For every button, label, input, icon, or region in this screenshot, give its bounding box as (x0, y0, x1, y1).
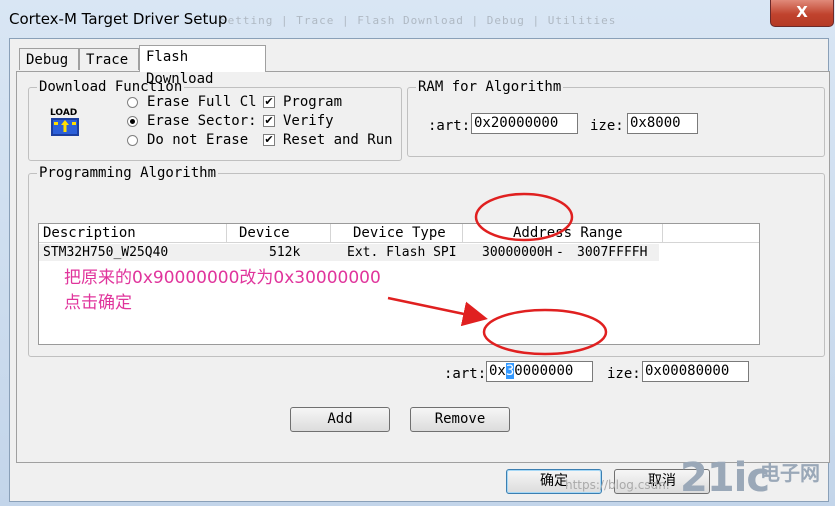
load-icon: LOAD (49, 106, 81, 138)
algo-size-label: ize: (607, 366, 641, 382)
watermark-url: https://blog.csdn. (565, 478, 670, 492)
ram-size-input[interactable]: 0x8000 (627, 113, 698, 134)
tab-debug[interactable]: Debug (19, 48, 79, 70)
erase-sectors-radio[interactable] (127, 116, 138, 127)
erase-full-chip-label: Erase Full Cl (147, 94, 257, 110)
column-description[interactable]: Description (39, 224, 227, 242)
ram-start-input[interactable]: 0x20000000 (471, 113, 578, 134)
annotation-text-line2: 点击确定 (64, 293, 132, 313)
background-window-tabs: Setting | Trace | Flash Download | Debug… (220, 14, 617, 27)
download-function-group: Download Function LOAD Erase Full Cl Era… (28, 79, 402, 161)
remove-button[interactable]: Remove (410, 407, 510, 432)
site-logo-cn: 电子网 (760, 461, 820, 485)
svg-text:LOAD: LOAD (50, 108, 77, 118)
erase-full-chip-radio[interactable] (127, 97, 138, 108)
close-icon: X (796, 3, 808, 21)
do-not-erase-label: Do not Erase (147, 132, 249, 148)
dialog-window: Cortex-M Target Driver Setup Setting | T… (0, 0, 835, 506)
ram-size-label: ize: (590, 118, 624, 134)
column-device-type[interactable]: Device Type (331, 224, 463, 242)
erase-sectors-label: Erase Sector: (147, 113, 257, 129)
algo-start-label: :art: (444, 366, 487, 382)
algo-start-prefix: 0x (489, 363, 506, 379)
algo-size-input[interactable]: 0x00080000 (642, 361, 749, 382)
annotation-text-line1: 把原来的0x90000000改为0x30000000 (64, 268, 381, 288)
programming-algorithm-title: Programming Algorithm (37, 165, 219, 181)
program-checkbox[interactable]: ✔ (263, 96, 275, 108)
do-not-erase-radio[interactable] (127, 135, 138, 146)
row-range-separator: - (556, 245, 564, 260)
algo-start-rest: 0000000 (514, 363, 574, 379)
algo-start-input[interactable]: 0x30000000 (486, 361, 593, 382)
window-title: Cortex-M Target Driver Setup (9, 10, 228, 28)
tab-flash-download[interactable]: Flash Download (139, 45, 266, 87)
row-range-end: 3007FFFFH (577, 245, 648, 260)
verify-label: Verify (283, 113, 334, 129)
row-range-start: 30000000H (482, 245, 553, 260)
verify-checkbox[interactable]: ✔ (263, 115, 275, 127)
table-row[interactable]: STM32H750_W25Q40 512k Ext. Flash SPI 300… (39, 244, 659, 261)
reset-and-run-checkbox[interactable]: ✔ (263, 134, 275, 146)
algorithm-list-header: Description Device Size Device Type Addr… (39, 224, 759, 259)
site-logo: 21ic (680, 455, 770, 501)
reset-and-run-label: Reset and Run (283, 132, 393, 148)
add-button[interactable]: Add (290, 407, 390, 432)
column-device-size[interactable]: Device Size (227, 224, 331, 259)
row-description: STM32H750_W25Q40 (43, 245, 169, 260)
program-label: Program (283, 94, 343, 110)
title-bar: Cortex-M Target Driver Setup Setting | T… (0, 0, 835, 38)
column-address-range[interactable]: Address Range (463, 224, 663, 242)
close-button[interactable]: X (770, 0, 834, 27)
row-device-type: Ext. Flash SPI (347, 245, 457, 260)
ram-algorithm-group: RAM for Algorithm :art: 0x20000000 ize: … (407, 79, 825, 157)
ram-algorithm-title: RAM for Algorithm (416, 79, 564, 95)
ram-start-label: :art: (428, 118, 471, 134)
tab-trace[interactable]: Trace (79, 48, 139, 70)
row-device-size: 512k (269, 245, 301, 260)
